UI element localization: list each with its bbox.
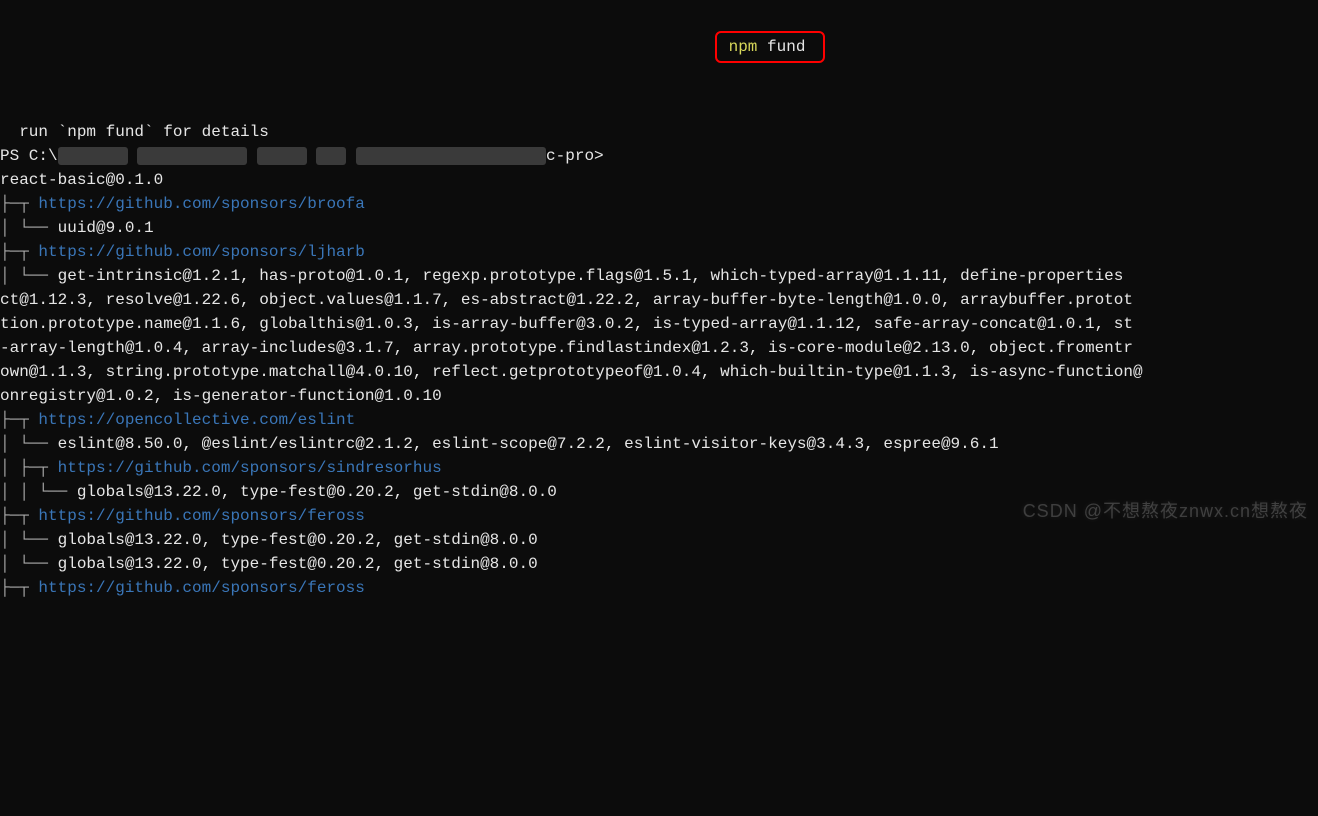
package-list: eslint@8.50.0, @eslint/eslintrc@2.1.2, e… <box>58 435 999 453</box>
sponsor-link-sindresorhus[interactable]: https://github.com/sponsors/sindresorhus <box>58 459 442 477</box>
package-list: own@1.1.3, string.prototype.matchall@4.0… <box>0 363 1143 381</box>
command-npm: npm <box>719 38 767 56</box>
prompt-line[interactable]: PS C:\ c-pro> <box>0 147 604 165</box>
sponsor-link-feross-1[interactable]: https://github.com/sponsors/feross <box>38 507 364 525</box>
package-list: ct@1.12.3, resolve@1.22.6, object.values… <box>0 291 1133 309</box>
package-list: onregistry@1.0.2, is-generator-function@… <box>0 387 442 405</box>
sponsor-link-eslint[interactable]: https://opencollective.com/eslint <box>38 411 355 429</box>
package-list: globals@13.22.0, type-fest@0.20.2, get-s… <box>77 483 557 501</box>
package-list: -array-length@1.0.4, array-includes@3.1.… <box>0 339 1133 357</box>
package-list: globals@13.22.0, type-fest@0.20.2, get-s… <box>58 531 538 549</box>
watermark: CSDN @不想熬夜znwx.cn想熬夜 <box>1023 498 1308 525</box>
info-line: run `npm fund` for details <box>0 123 269 141</box>
sponsor-link-broofa[interactable]: https://github.com/sponsors/broofa <box>38 195 364 213</box>
package-list: tion.prototype.name@1.1.6, globalthis@1.… <box>0 315 1133 333</box>
package-list: get-intrinsic@1.2.1, has-proto@1.0.1, re… <box>58 267 1124 285</box>
root-package: react-basic@0.1.0 <box>0 171 163 189</box>
sponsor-link-feross-2[interactable]: https://github.com/sponsors/feross <box>38 579 364 597</box>
highlight-box: npm fund <box>715 31 825 63</box>
package-list: globals@13.22.0, type-fest@0.20.2, get-s… <box>58 555 538 573</box>
package-list: uuid@9.0.1 <box>58 219 154 237</box>
command-arg: fund <box>767 38 805 56</box>
sponsor-link-ljharb[interactable]: https://github.com/sponsors/ljharb <box>38 243 364 261</box>
